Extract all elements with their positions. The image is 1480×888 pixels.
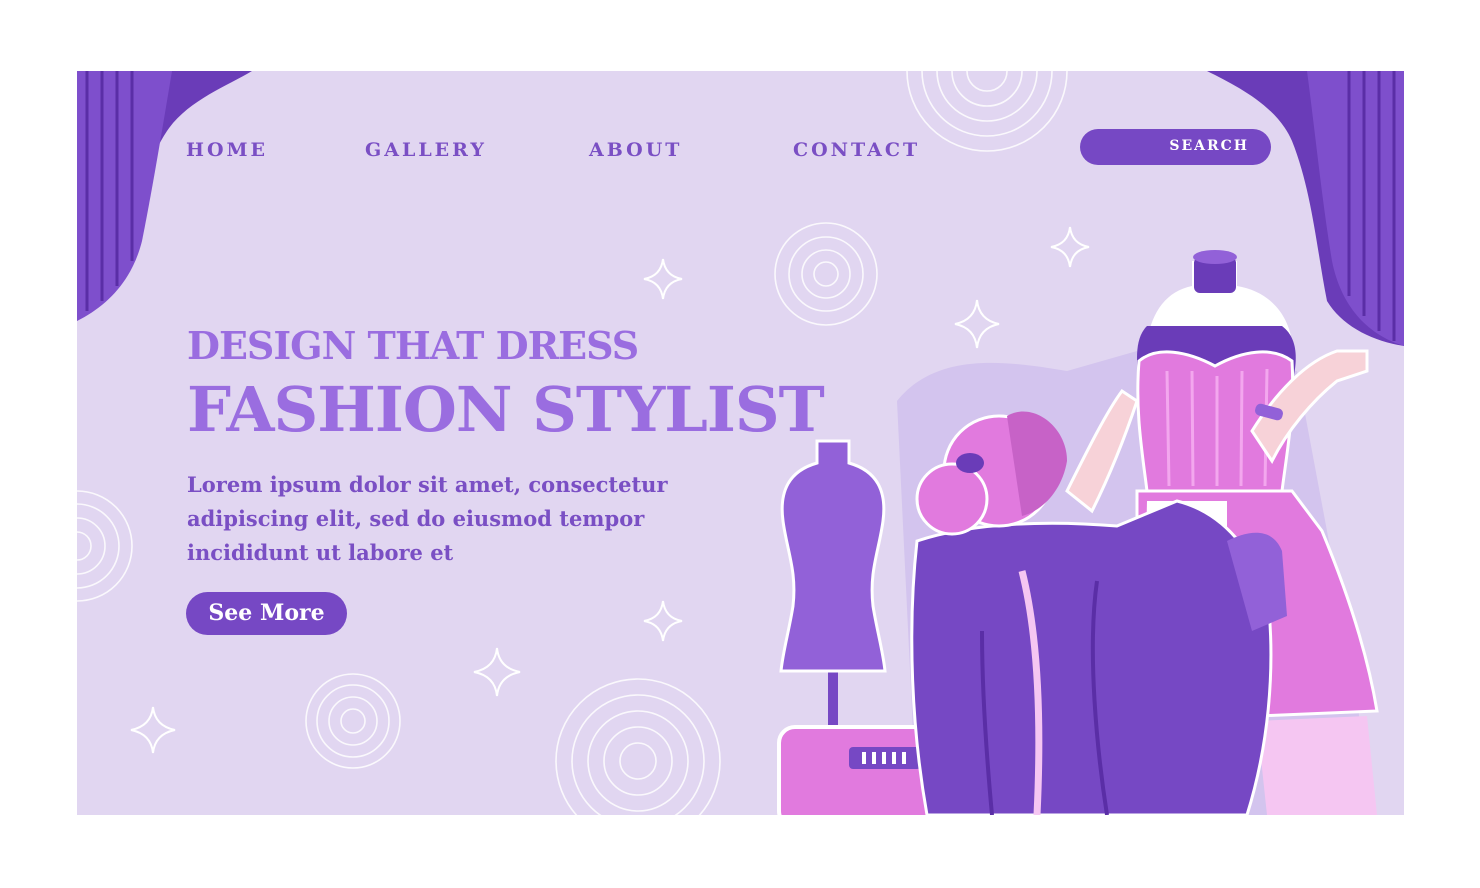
landing-page: HOME GALLERY ABOUT CONTACT SEARCH DESIGN… [77,71,1404,815]
see-more-button[interactable]: See More [186,592,347,635]
nav-gallery-link[interactable]: GALLERY [365,139,487,161]
search-button[interactable]: SEARCH [1080,129,1271,165]
mannequin [779,439,887,731]
nav-about-link[interactable]: ABOUT [589,139,682,161]
curtain-left [77,71,252,321]
nav-contact-link[interactable]: CONTACT [793,139,920,161]
hero-subtitle: DESIGN THAT DRESS [187,323,639,368]
search-label: SEARCH [1169,138,1249,154]
nav-home-link[interactable]: HOME [186,139,268,161]
stylist-illustration [777,250,1379,815]
hero-title: FASHION STYLIST [187,373,825,446]
hero-body-text: Lorem ipsum dolor sit amet, consectetur … [187,472,668,565]
